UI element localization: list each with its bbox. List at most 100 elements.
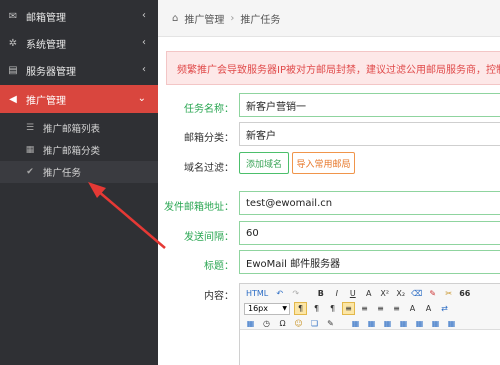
link-icon[interactable]: ⇄: [438, 302, 451, 315]
editor-toolbar: HTML ↶ ↷ B I U A X² X₂ ⌫ ✎ ✂ 66 16px ▼ ¶ …: [240, 284, 500, 330]
toolbar-row-1: HTML ↶ ↷ B I U A X² X₂ ⌫ ✎ ✂ 66: [244, 286, 474, 301]
table-insert-col-icon[interactable]: ▦: [381, 317, 394, 330]
sidebar-subitem-label: 推广任务: [43, 168, 82, 179]
image-icon[interactable]: ▦: [244, 317, 257, 330]
breadcrumb-current: 推广任务: [240, 14, 281, 26]
task-name-label: 任务名称：: [184, 104, 234, 115]
gear-icon: ✲: [8, 37, 18, 49]
signature-icon[interactable]: ✎: [324, 317, 337, 330]
category-label: 邮箱分类：: [184, 133, 234, 144]
toolbar-row-2: 16px ▼ ¶ ¶ ¶ ≡ ≡ ≡ ≡ A A ⇄: [244, 301, 454, 316]
chevron-left-icon: ‹: [142, 64, 146, 75]
sidebar-subitem-promo-task[interactable]: ✔ 推广任务: [0, 161, 158, 183]
grid-icon: ▦: [25, 145, 35, 155]
table-icon[interactable]: ▦: [349, 317, 362, 330]
blockquote-icon[interactable]: 66: [458, 287, 471, 300]
envelope-icon: ✉: [8, 10, 18, 22]
home-icon[interactable]: ⌂: [172, 13, 178, 24]
task-name-input[interactable]: 新客户营销一: [239, 93, 500, 117]
italic-button[interactable]: I: [330, 287, 343, 300]
redo-icon[interactable]: ↷: [289, 287, 302, 300]
sidebar-item-label: 推广管理: [26, 95, 66, 107]
align-center-icon[interactable]: ≡: [358, 302, 371, 315]
chevron-down-icon: ⌄: [137, 93, 146, 104]
bold-button[interactable]: B: [314, 287, 327, 300]
attachment-icon[interactable]: ❏: [308, 317, 321, 330]
category-select[interactable]: 新客户: [239, 122, 500, 146]
sender-email-input[interactable]: test@ewomail.cn: [239, 191, 500, 215]
font-size-value: 16px: [248, 304, 268, 313]
sender-label: 发件邮箱地址：: [164, 202, 234, 213]
breadcrumb-parent[interactable]: 推广管理: [184, 11, 224, 26]
font-color-icon[interactable]: A: [406, 302, 419, 315]
list-icon: ☰: [25, 123, 35, 133]
table-props-icon[interactable]: ▦: [445, 317, 458, 330]
chevron-left-icon: ‹: [142, 10, 146, 21]
category-row: 邮箱分类： 新客户: [158, 122, 500, 148]
warning-alert: 频繁推广会导致服务器IP被对方邮局封禁，建议过滤公用邮局服务商，控制好: [166, 51, 500, 85]
toolbar-gap: [340, 317, 346, 330]
sidebar-subitem-label: 推广邮箱列表: [43, 124, 101, 135]
paragraph-ltr-icon[interactable]: ¶: [294, 302, 307, 315]
sidebar-item-label: 系统管理: [26, 39, 66, 51]
sidebar-item-label: 邮箱管理: [26, 12, 66, 24]
import-common-mail-button[interactable]: 导入常用邮局: [292, 152, 355, 174]
table-merge-icon[interactable]: ▦: [397, 317, 410, 330]
toolbar-row-3: ▦ ◷ Ω ☺ ❏ ✎ ▦ ▦ ▦ ▦ ▦ ▦ ▦: [244, 316, 461, 331]
special-char-icon[interactable]: Ω: [276, 317, 289, 330]
chevron-left-icon: ‹: [142, 37, 146, 48]
align-left-icon[interactable]: ≡: [342, 302, 355, 315]
sidebar-item-mailbox[interactable]: ✉ 邮箱管理 ‹: [0, 2, 158, 30]
content-label: 内容：: [204, 291, 234, 302]
sidebar-item-server[interactable]: ▤ 服务器管理 ‹: [0, 56, 158, 84]
sidebar-item-system[interactable]: ✲ 系统管理 ‹: [0, 29, 158, 57]
font-size-select[interactable]: 16px ▼: [244, 302, 290, 315]
add-domain-button[interactable]: 添加域名: [239, 152, 289, 174]
time-icon[interactable]: ◷: [260, 317, 273, 330]
table-delete-icon[interactable]: ▦: [429, 317, 442, 330]
breadcrumb: ⌂ 推广管理 › 推广任务: [158, 0, 500, 37]
paragraph-rtl-icon[interactable]: ¶: [310, 302, 323, 315]
brush-icon[interactable]: ✂: [442, 287, 455, 300]
megaphone-icon: ◀: [9, 93, 17, 105]
sidebar-subitem-promo-list[interactable]: ☰ 推广邮箱列表: [0, 117, 158, 139]
email-title-input[interactable]: EwoMail 邮件服务器: [239, 250, 500, 274]
undo-icon[interactable]: ↶: [273, 287, 286, 300]
format-brush-icon[interactable]: ✎: [426, 287, 439, 300]
title-label: 标题：: [204, 261, 234, 272]
underline-button[interactable]: U: [346, 287, 359, 300]
title-row: 标题： EwoMail 邮件服务器: [158, 250, 500, 276]
align-justify-icon[interactable]: ≡: [390, 302, 403, 315]
eraser-icon[interactable]: ⌫: [410, 287, 423, 300]
interval-row: 发送间隔： 60: [158, 221, 500, 247]
domain-filter-label: 域名过滤：: [184, 163, 234, 174]
emoji-icon[interactable]: ☺: [292, 317, 305, 330]
domain-filter-row: 域名过滤： 添加域名 导入常用邮局: [158, 152, 500, 178]
sidebar-subitem-promo-category[interactable]: ▦ 推广邮箱分类: [0, 139, 158, 161]
server-icon: ▤: [8, 64, 18, 76]
breadcrumb-separator: ›: [230, 12, 235, 24]
table-insert-row-icon[interactable]: ▦: [365, 317, 378, 330]
editor-body[interactable]: [240, 330, 500, 365]
clipboard-icon: ✔: [26, 167, 34, 177]
superscript-button[interactable]: X²: [378, 287, 391, 300]
sidebar-item-label: 服务器管理: [26, 66, 76, 78]
rich-text-editor[interactable]: HTML ↶ ↷ B I U A X² X₂ ⌫ ✎ ✂ 66 16px ▼ ¶ …: [239, 283, 500, 365]
send-interval-input[interactable]: 60: [239, 221, 500, 245]
main-content: 频繁推广会导致服务器IP被对方邮局封禁，建议过滤公用邮局服务商，控制好 任务名称…: [158, 37, 500, 365]
chevron-down-icon: ▼: [282, 305, 287, 312]
strikethrough-button[interactable]: A: [362, 287, 375, 300]
interval-label: 发送间隔：: [184, 232, 234, 243]
task-name-row: 任务名称： 新客户营销一: [158, 93, 500, 119]
sender-row: 发件邮箱地址： test@ewomail.cn: [158, 191, 500, 217]
align-right-icon[interactable]: ≡: [374, 302, 387, 315]
sidebar-subitem-label: 推广邮箱分类: [43, 146, 101, 157]
toolbar-gap: [305, 287, 311, 300]
table-split-icon[interactable]: ▦: [413, 317, 426, 330]
paragraph-icon[interactable]: ¶: [326, 302, 339, 315]
html-source-button[interactable]: HTML: [244, 287, 270, 300]
sidebar: ✉ 邮箱管理 ‹ ✲ 系统管理 ‹ ▤ 服务器管理 ‹ ◀ 推广管理 ⌄ ☰ 推…: [0, 0, 158, 365]
subscript-button[interactable]: X₂: [394, 287, 407, 300]
font-case-icon[interactable]: A: [422, 302, 435, 315]
sidebar-item-promotion[interactable]: ◀ 推广管理 ⌄: [0, 85, 158, 113]
